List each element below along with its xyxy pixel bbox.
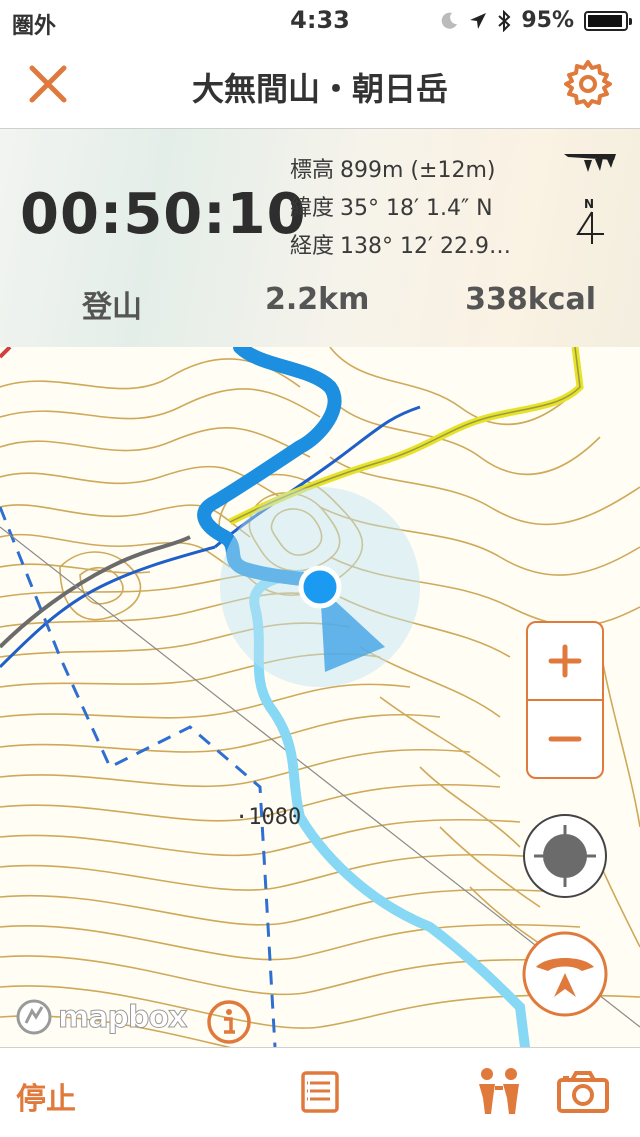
map-view[interactable]: ·1080 mapbox [0, 347, 640, 1047]
mapbox-logo: mapbox [14, 997, 188, 1037]
stop-button[interactable]: 停止 [16, 1074, 76, 1118]
plus-icon[interactable] [528, 623, 602, 699]
people-icon[interactable] [474, 1066, 524, 1116]
battery-fill [588, 14, 623, 27]
page-title: 大無間山・朝日岳 [191, 70, 448, 108]
battery-percent: 95% [521, 8, 574, 33]
close-icon[interactable] [26, 62, 70, 106]
longitude-value: 138° 12′ 22.9… [340, 234, 511, 259]
minus-icon[interactable] [528, 701, 602, 777]
compass-icon: N [572, 196, 606, 248]
longitude-row: 経度 138° 12′ 22.9… [290, 228, 511, 260]
location-arrow-icon [470, 12, 487, 29]
elevation-label: 標高 [290, 158, 335, 183]
bottom-toolbar: 停止 [0, 1047, 640, 1137]
camera-icon[interactable] [556, 1070, 610, 1114]
nav-bar: 大無間山・朝日岳 [0, 40, 640, 129]
latitude-value: 35° 18′ 1.4″ N [340, 196, 493, 221]
elevation-marker: ·1080 [235, 805, 302, 830]
bluetooth-icon [498, 9, 511, 32]
calories-value: 338kcal [465, 282, 596, 317]
distance-value: 2.2km [265, 282, 370, 317]
signal-icon [564, 154, 616, 172]
compass-letter: N [584, 197, 594, 211]
status-right: 95% [439, 8, 632, 33]
locate-icon[interactable] [522, 813, 608, 899]
latitude-row: 緯度 35° 18′ 1.4″ N [290, 190, 493, 222]
elapsed-timer: 00:50:10 [20, 182, 307, 247]
info-icon[interactable] [206, 999, 252, 1045]
mapbox-attribution: mapbox [57, 999, 187, 1035]
activity-type: 登山 [82, 290, 142, 325]
elevation-value: 899m (±12m) [340, 158, 496, 183]
latitude-label: 緯度 [290, 196, 335, 221]
gear-icon[interactable] [562, 58, 614, 110]
longitude-label: 経度 [290, 234, 335, 259]
elevation-row: 標高 899m (±12m) [290, 152, 495, 184]
heading-icon[interactable] [522, 931, 608, 1017]
list-icon[interactable] [300, 1070, 340, 1114]
mapbox-mark-icon [16, 999, 52, 1035]
zoom-control [526, 621, 604, 779]
moon-icon [442, 12, 458, 29]
battery-icon [584, 10, 632, 31]
current-location-dot [298, 565, 342, 609]
status-bar: 圏外 4:33 95% [0, 0, 640, 40]
